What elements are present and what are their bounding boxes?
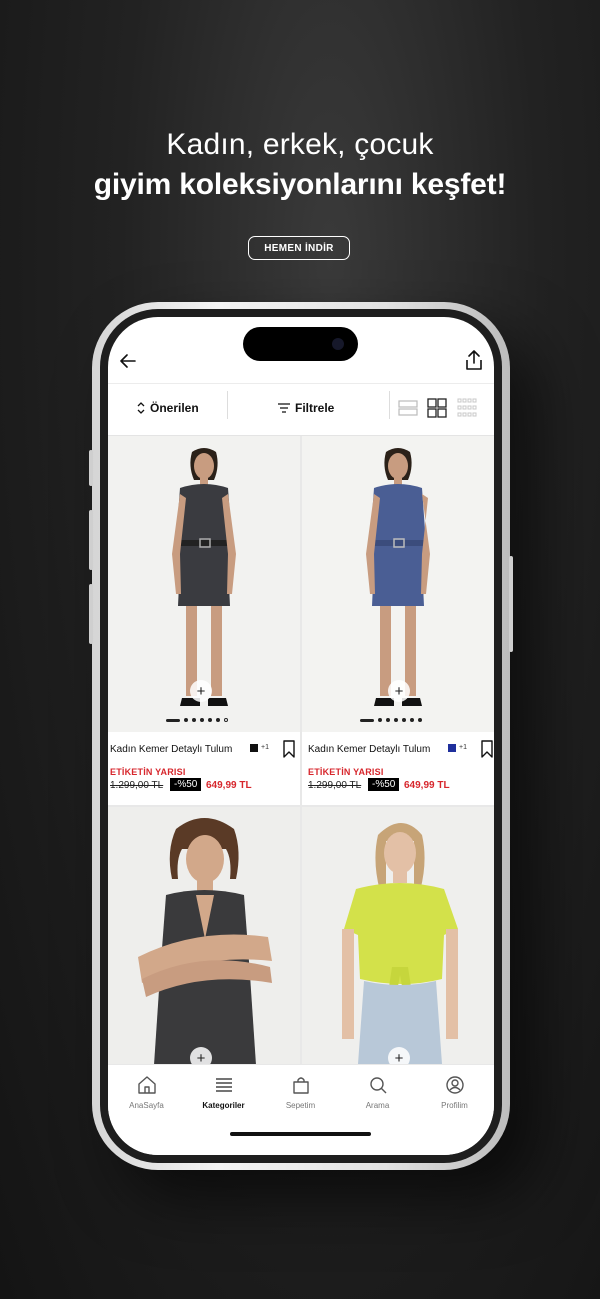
nav-item-profile[interactable]: Profilim [416, 1075, 493, 1110]
product-info: Kadın Kemer Detaylı Tulum +1 ETİKETİN YA… [108, 732, 300, 806]
back-arrow-icon[interactable] [118, 351, 138, 371]
nav-item-home[interactable]: AnaSayfa [108, 1075, 185, 1110]
grid-divider [108, 805, 494, 807]
four-column-view-icon[interactable] [457, 398, 477, 418]
nav-label: Sepetim [285, 1101, 316, 1110]
two-column-view-icon[interactable] [427, 398, 447, 418]
extra-colors-count: +1 [261, 744, 269, 751]
product-image[interactable]: + [302, 807, 494, 1064]
product-image[interactable]: + [108, 807, 300, 1064]
bookmark-icon[interactable] [480, 740, 494, 758]
listing-toolbar: Önerilen Filtrele [108, 383, 494, 436]
sort-updown-icon [137, 402, 145, 414]
camera-lens [332, 338, 344, 350]
product-info: Kadın Kemer Detaylı Tulum +1 ETİKETİN YA… [302, 732, 494, 806]
grid-divider [300, 436, 302, 1064]
image-carousel-dots[interactable] [166, 718, 228, 722]
user-icon [445, 1076, 464, 1094]
toolbar-divider [227, 391, 228, 419]
filter-button[interactable]: Filtrele [278, 401, 334, 415]
bookmark-icon[interactable] [282, 740, 296, 758]
headline-line2: giyim koleksiyonlarını keşfet! [93, 168, 507, 201]
phone-side-button [89, 450, 93, 486]
list-icon [215, 1078, 232, 1092]
filter-label: Filtrele [295, 401, 335, 415]
share-icon[interactable] [464, 349, 484, 371]
dynamic-island [243, 327, 358, 361]
product-grid: + Kadın Kemer Detaylı Tulum +1 ETİKETİN … [108, 436, 494, 1064]
nav-item-categories[interactable]: Kategoriler [185, 1075, 262, 1110]
home-icon [137, 1076, 156, 1094]
product-image[interactable]: + [108, 436, 300, 732]
quick-add-button[interactable]: + [388, 680, 410, 702]
filter-icon [278, 403, 290, 413]
promo-headline: Kadın, erkek, çocuk giyim koleksiyonları… [0, 128, 600, 202]
phone-side-button [89, 510, 93, 570]
product-name[interactable]: Kadın Kemer Detaylı Tulum [308, 744, 430, 755]
search-icon [369, 1077, 386, 1094]
promo-label: ETİKETİN YARISI [308, 767, 384, 777]
phone-power-button [509, 556, 513, 652]
toolbar-divider [389, 391, 390, 419]
home-indicator[interactable] [230, 1132, 371, 1136]
nav-label: AnaSayfa [129, 1101, 164, 1110]
bottom-navigation: AnaSayfa Kategoriler Sepetim Arama Profi… [108, 1064, 494, 1155]
model-photo-knit-vest [138, 818, 272, 1064]
old-price: 1.299,00 TL [110, 780, 164, 791]
quick-add-button[interactable]: + [190, 1047, 212, 1064]
old-price: 1.299,00 TL [308, 780, 362, 791]
extra-colors-count: +1 [459, 744, 467, 751]
app-screen: Önerilen Filtrele + Kadın Kemer Detaylı … [108, 317, 494, 1155]
color-swatch[interactable] [448, 744, 456, 752]
nav-label: Arama [365, 1101, 390, 1110]
promo-label: ETİKETİN YARISI [110, 767, 186, 777]
phone-side-button [89, 584, 93, 644]
nav-item-search[interactable]: Arama [339, 1075, 416, 1110]
sort-label: Önerilen [150, 401, 199, 415]
quick-add-button[interactable]: + [190, 680, 212, 702]
download-now-button[interactable]: HEMEN İNDİR [248, 236, 350, 260]
discount-badge: -%50 [368, 778, 400, 791]
model-photo-yellow-shirt [342, 823, 458, 1064]
quick-add-button[interactable]: + [388, 1047, 410, 1064]
product-name[interactable]: Kadın Kemer Detaylı Tulum [110, 744, 232, 755]
bag-icon [292, 1077, 309, 1094]
sale-price: 649,99 TL [404, 780, 450, 791]
nav-label: Kategoriler [202, 1101, 245, 1110]
sale-price: 649,99 TL [206, 780, 252, 791]
discount-badge: -%50 [170, 778, 202, 791]
sort-button[interactable]: Önerilen [136, 401, 199, 415]
image-carousel-dots[interactable] [360, 718, 422, 722]
headline-line1: Kadın, erkek, çocuk [166, 128, 434, 161]
product-image[interactable]: + [302, 436, 494, 732]
single-column-view-icon[interactable] [398, 398, 418, 418]
nav-label: Profilim [441, 1101, 468, 1110]
nav-item-cart[interactable]: Sepetim [262, 1075, 339, 1110]
phone-mockup: Önerilen Filtrele + Kadın Kemer Detaylı … [89, 302, 513, 1170]
color-swatch[interactable] [250, 744, 258, 752]
